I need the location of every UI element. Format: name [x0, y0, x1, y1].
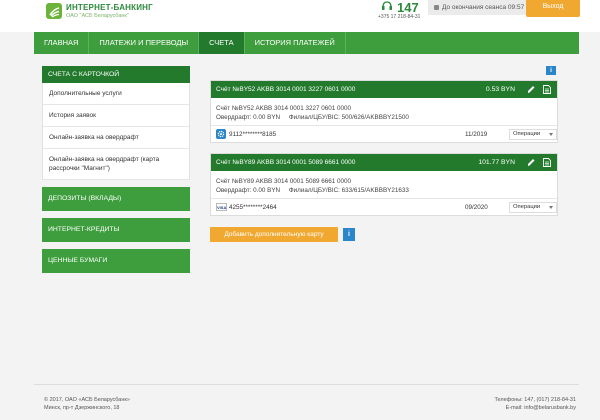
card-row: VISA 4255********2464 09/2020 Операции — [211, 198, 557, 215]
info-button[interactable]: i — [343, 228, 355, 241]
sidebar-item-securities[interactable]: ЦЕННЫЕ БУМАГИ — [42, 249, 190, 273]
operations-select[interactable]: Операции — [509, 129, 557, 140]
account-card: Счёт №BY52 AKBB 3014 0001 3227 0601 0000… — [210, 80, 558, 143]
operations-label: Операции — [513, 204, 541, 210]
sidebar-item-deposits[interactable]: ДЕПОЗИТЫ (ВКЛАДЫ) — [42, 187, 190, 211]
add-card-button[interactable]: Добавить дополнительную карту — [210, 227, 338, 242]
visa-icon: VISA — [216, 203, 227, 211]
card-number: 4255********2464 — [229, 204, 277, 211]
sidebar-item-credits[interactable]: ИНТЕРНЕТ-КРЕДИТЫ — [42, 218, 190, 242]
card-expiry: 11/2019 — [465, 131, 488, 138]
sidebar-item-request-history[interactable]: История заявок — [43, 105, 189, 127]
sidebar-item-overdraft-magnit[interactable]: Онлайн-заявка на овердрафт (карта рассро… — [43, 149, 189, 180]
account-number-text: Счёт №BY52 AKBB 3014 0001 3227 0601 0000 — [216, 105, 352, 112]
bank-logo[interactable] — [46, 3, 62, 19]
brand-subtitle: ОАО "АСБ Беларусбанк" — [66, 13, 129, 19]
exit-button[interactable]: Выход — [526, 0, 580, 17]
chevron-down-icon — [549, 133, 553, 136]
document-icon[interactable] — [543, 85, 551, 94]
account-details: Счёт №BY89 AKBB 3014 0001 5089 6661 0000… — [211, 171, 557, 198]
nav-item-main[interactable]: ГЛАВНАЯ — [34, 32, 90, 54]
sidebar-item-extra-services[interactable]: Дополнительные услуги — [43, 83, 189, 105]
account-details: Счёт №BY52 AKBB 3014 0001 3227 0601 0000… — [211, 98, 557, 125]
sidebar-item-card-accounts[interactable]: СЧЕТА С КАРТОЧКОЙ — [42, 66, 190, 83]
account-title: Счёт №BY52 AKBB 3014 0001 3227 0601 0000 — [216, 86, 356, 93]
sidebar-submenu: Дополнительные услуги История заявок Онл… — [42, 83, 190, 180]
footer-divider — [34, 384, 579, 385]
footer-right: Телефоны: 147, (017) 218-84-31 E-mail: i… — [494, 396, 576, 412]
session-timer: До окончания сеанса 09:57 — [428, 0, 526, 15]
edit-icon[interactable] — [527, 158, 535, 167]
full-phone: +375 17 218-84-31 — [378, 14, 421, 20]
session-text: До окончания сеанса 09:57 — [442, 4, 525, 11]
nav-item-history[interactable]: ИСТОРИЯ ПЛАТЕЖЕЙ — [245, 32, 346, 54]
sidebar: СЧЕТА С КАРТОЧКОЙ Дополнительные услуги … — [42, 66, 190, 273]
main-nav: ГЛАВНАЯ ПЛАТЕЖИ И ПЕРЕВОДЫ СЧЕТА ИСТОРИЯ… — [34, 32, 579, 54]
nav-item-accounts[interactable]: СЧЕТА — [199, 32, 245, 54]
nav-item-payments[interactable]: ПЛАТЕЖИ И ПЕРЕВОДЫ — [89, 32, 200, 54]
operations-select[interactable]: Операции — [509, 202, 557, 213]
card-row: 9112********8185 11/2019 Операции — [211, 125, 557, 142]
edit-icon[interactable] — [527, 85, 535, 94]
account-balance: 101.77 BYN — [478, 159, 515, 166]
account-number-text: Счёт №BY89 AKBB 3014 0001 5089 6661 0000 — [216, 178, 352, 185]
card-expiry: 09/2020 — [465, 204, 488, 211]
operations-label: Операции — [513, 131, 541, 137]
header: ИНТЕРНЕТ-БАНКИНГ ОАО "АСБ Беларусбанк" 1… — [0, 0, 600, 32]
chevron-down-icon — [549, 206, 553, 209]
short-phone: 147 — [397, 0, 419, 15]
footer-left: © 2017, ОАО «АСБ Беларусбанк» Минск, пр-… — [44, 396, 130, 412]
lock-icon — [434, 4, 439, 10]
account-title: Счёт №BY89 AKBB 3014 0001 5089 6661 0000 — [216, 159, 356, 166]
brand-title: ИНТЕРНЕТ-БАНКИНГ — [66, 3, 153, 12]
gear-icon[interactable] — [216, 129, 226, 139]
account-overdraft-text: Овердрафт: 0.00 BYN Филиал/ЦБУ/BIC: 633/… — [216, 187, 409, 194]
footer-phones: Телефоны: 147, (017) 218-84-31 — [494, 397, 576, 403]
sidebar-item-overdraft-request[interactable]: Онлайн-заявка на овердрафт — [43, 127, 189, 149]
account-card: Счёт №BY89 AKBB 3014 0001 5089 6661 0000… — [210, 153, 558, 216]
footer-address: Минск, пр-т Дзержинского, 18 — [44, 405, 120, 411]
footer-email[interactable]: E-mail: info@belarusbank.by — [494, 404, 576, 412]
info-icon[interactable]: i — [546, 66, 556, 75]
card-number: 9112********8185 — [229, 131, 277, 138]
document-icon[interactable] — [543, 158, 551, 167]
logo-waves-icon — [49, 7, 60, 18]
account-overdraft-text: Овердрафт: 0.00 BYN Филиал/ЦБУ/BIC: 500/… — [216, 114, 409, 121]
footer-copyright: © 2017, ОАО «АСБ Беларусбанк» — [44, 397, 130, 403]
account-balance: 0.53 BYN — [485, 86, 515, 93]
headset-icon — [382, 1, 392, 10]
account-header[interactable]: Счёт №BY52 AKBB 3014 0001 3227 0601 0000… — [211, 81, 557, 98]
account-header[interactable]: Счёт №BY89 AKBB 3014 0001 5089 6661 0000… — [211, 154, 557, 171]
